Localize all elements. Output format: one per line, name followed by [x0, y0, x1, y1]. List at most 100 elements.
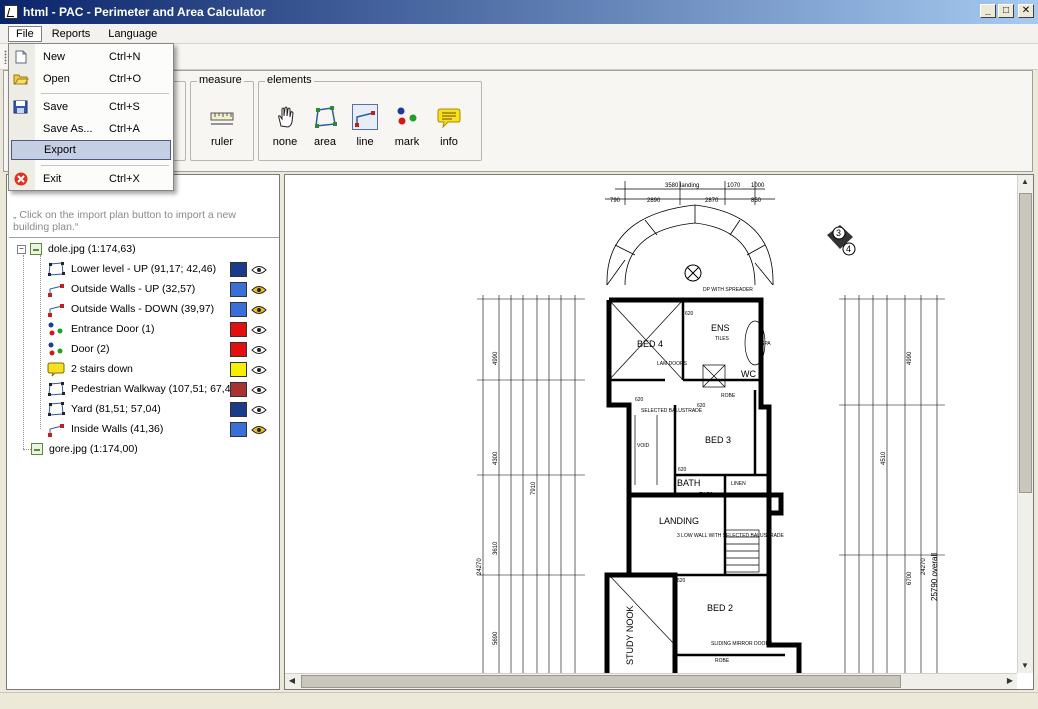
room-label: TILES	[715, 336, 730, 342]
vertical-scrollbar[interactable]: ▲ ▼	[1017, 175, 1033, 673]
tool-mark[interactable]: mark	[387, 104, 427, 148]
color-swatch[interactable]	[230, 302, 247, 317]
line-icon	[47, 301, 65, 317]
collapse-icon[interactable]: −	[17, 244, 26, 254]
floor-plan-drawing[interactable]: 3580 landing 1070 1000 2890 2870 850 790	[285, 175, 1017, 673]
tree-layer-row[interactable]: Outside Walls - UP (32,57)	[47, 279, 195, 299]
title-bar: html - PAC - Perimeter and Area Calculat…	[0, 0, 1038, 24]
menu-item-shortcut: Ctrl+A	[109, 123, 140, 135]
tool-info[interactable]: info	[429, 104, 469, 148]
visibility-eye-icon[interactable]	[251, 345, 267, 355]
menu-item-shortcut: Ctrl+S	[109, 101, 140, 113]
menu-language[interactable]: Language	[100, 26, 165, 42]
close-button[interactable]: ✕	[1018, 4, 1034, 18]
tree-layer-row[interactable]: Pedestrian Walkway (107,51; 67,4)	[47, 379, 234, 399]
tree-layer-row[interactable]: Door (2)	[47, 339, 110, 359]
color-swatch[interactable]	[230, 262, 247, 277]
info-icon	[47, 361, 65, 377]
image-file-icon	[31, 443, 43, 455]
dim-label: 4990	[907, 351, 913, 365]
tool-none[interactable]: none	[265, 104, 305, 148]
room-label: TILES	[699, 492, 714, 498]
plan-canvas[interactable]: 3580 landing 1070 1000 2890 2870 850 790	[284, 174, 1034, 690]
tree-layer-row[interactable]: Entrance Door (1)	[47, 319, 154, 339]
minimize-button[interactable]: _	[980, 4, 996, 18]
scroll-down-icon[interactable]: ▼	[1018, 659, 1032, 673]
visibility-eye-icon[interactable]	[251, 325, 267, 335]
tree-label: gore.jpg (1:174,00)	[49, 443, 138, 455]
visibility-eye-icon[interactable]	[251, 425, 267, 435]
menu-reports[interactable]: Reports	[44, 26, 99, 42]
menu-item-new[interactable]: New Ctrl+N	[9, 47, 173, 67]
maximize-button[interactable]: □	[998, 4, 1014, 18]
menu-item-save-as[interactable]: Save As... Ctrl+A	[9, 119, 173, 139]
color-swatch[interactable]	[230, 342, 247, 357]
color-swatch[interactable]	[230, 402, 247, 417]
dim-label: 4990	[493, 351, 499, 365]
tree-layer-row[interactable]: 2 stairs down	[47, 359, 133, 379]
color-swatch[interactable]	[230, 282, 247, 297]
scroll-right-icon[interactable]: ▶	[1003, 674, 1017, 688]
room-label: ROBE	[721, 393, 736, 399]
tool-info-label: info	[440, 136, 458, 148]
area-icon	[47, 401, 65, 417]
tool-mark-label: mark	[394, 136, 420, 148]
menu-item-export[interactable]: Export	[11, 140, 171, 160]
visibility-eye-icon[interactable]	[251, 365, 267, 375]
tree-layer-row[interactable]: Yard (81,51; 57,04)	[47, 399, 161, 419]
mark-icon	[47, 321, 65, 337]
room-label: SPA	[761, 341, 771, 347]
group-elements: elements none area line mark info	[258, 74, 482, 161]
color-swatch[interactable]	[230, 422, 247, 437]
toolbar-grip-icon[interactable]	[4, 50, 7, 64]
dim-label: 3610	[493, 541, 499, 555]
room-label: ENS	[711, 323, 730, 333]
tool-ruler[interactable]: ruler	[202, 104, 242, 148]
tree-layer-row[interactable]: Inside Walls (41,36)	[47, 419, 163, 439]
visibility-eye-icon[interactable]	[251, 265, 267, 275]
dim-label: 2870	[705, 198, 719, 204]
hand-icon	[272, 104, 298, 130]
color-swatch[interactable]	[230, 382, 247, 397]
marker-label: 4	[846, 244, 851, 254]
visibility-eye-icon[interactable]	[251, 385, 267, 395]
visibility-eye-icon[interactable]	[251, 285, 267, 295]
open-folder-icon	[13, 74, 29, 85]
tool-area[interactable]: area	[305, 104, 345, 148]
dim-label: 24270	[921, 558, 927, 575]
layers-panel: „ Click on the import plan button to imp…	[6, 174, 280, 690]
horizontal-scrollbar[interactable]: ◀ ▶	[285, 673, 1017, 689]
dim-label: 24270	[477, 558, 483, 575]
tree-file-dole[interactable]: − dole.jpg (1:174,63)	[17, 239, 136, 259]
tree-layer-row[interactable]: Outside Walls - DOWN (39,97)	[47, 299, 214, 319]
visibility-eye-icon[interactable]	[251, 305, 267, 315]
tree-label: Pedestrian Walkway (107,51; 67,4)	[71, 383, 235, 395]
tree-label: dole.jpg (1:174,63)	[48, 243, 136, 255]
menu-item-save[interactable]: Save Ctrl+S	[9, 97, 173, 117]
info-icon	[436, 104, 462, 130]
menu-item-exit[interactable]: Exit Ctrl+X	[9, 169, 173, 189]
file-menu-dropdown: New Ctrl+N Open Ctrl+O Save Ctrl+S Save …	[8, 43, 174, 191]
plan-note: SELECTED BALUSTRADE	[641, 408, 703, 414]
dim-label: 4300	[493, 451, 499, 465]
visibility-eye-icon[interactable]	[251, 405, 267, 415]
tree-label: 2 stairs down	[71, 363, 133, 375]
tree-layer-row[interactable]: Lower level - UP (91,17; 42,46)	[47, 259, 216, 279]
scroll-up-icon[interactable]: ▲	[1018, 175, 1032, 189]
color-swatch[interactable]	[230, 362, 247, 377]
vertical-scroll-thumb[interactable]	[1019, 193, 1032, 493]
menu-item-shortcut: Ctrl+N	[109, 51, 141, 63]
menu-item-shortcut: Ctrl+X	[109, 173, 140, 185]
menu-item-open[interactable]: Open Ctrl+O	[9, 69, 173, 89]
exit-icon	[14, 172, 28, 186]
menu-item-label: Save As...	[43, 123, 93, 135]
scroll-left-icon[interactable]: ◀	[285, 674, 299, 688]
tool-line[interactable]: line	[345, 104, 385, 148]
color-swatch[interactable]	[230, 322, 247, 337]
horizontal-scroll-thumb[interactable]	[301, 675, 901, 688]
room-label: LINEN	[731, 481, 746, 487]
tree-file-gore[interactable]: gore.jpg (1:174,00)	[31, 439, 138, 459]
group-elements-label: elements	[265, 74, 314, 86]
menu-file[interactable]: File	[8, 25, 42, 42]
dim-label: 1000	[751, 183, 765, 189]
